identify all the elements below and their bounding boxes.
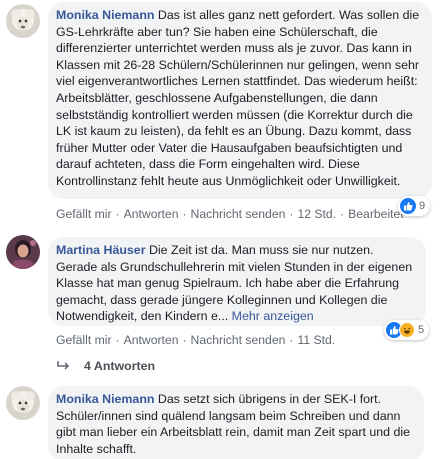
reaction-summary[interactable]: 9 [398, 196, 431, 216]
comment-author[interactable]: Monika Niemann [56, 8, 154, 22]
reply-link[interactable]: Antworten [124, 333, 179, 347]
avatar-monika[interactable] [6, 386, 40, 420]
reaction-summary[interactable]: 5 [384, 320, 430, 340]
avatar-monika[interactable] [6, 4, 40, 38]
comment-actions: Gefällt mir · Antworten · Nachricht senden · 1… [56, 207, 404, 221]
message-link[interactable]: Nachricht senden [191, 207, 286, 221]
timestamp[interactable]: 11 Std. [297, 333, 335, 347]
reaction-count: 9 [419, 200, 426, 212]
haha-icon [399, 322, 415, 338]
comment-bubble: Monika Niemann Das setzt sich übrigens i… [48, 386, 424, 459]
message-link[interactable]: Nachricht senden [191, 333, 286, 347]
like-icon [400, 198, 416, 214]
like-link[interactable]: Gefällt mir [56, 333, 112, 347]
comment-actions: Gefällt mir · Antworten · Nachricht senden · 1… [56, 333, 336, 347]
edited-label[interactable]: Bearbeitet [348, 207, 404, 221]
comment-bubble: Martina Häuser Die Zeit ist da. Man muss… [48, 237, 426, 326]
comment-author[interactable]: Monika Niemann [56, 392, 154, 406]
show-more-link[interactable]: Mehr anzeigen [232, 309, 314, 323]
like-link[interactable]: Gefällt mir [56, 207, 112, 221]
comment-text: Das ist alles ganz nett gefordert. Was s… [56, 8, 420, 188]
replies-count-label: 4 Antworten [84, 359, 156, 373]
reply-arrow-icon [57, 361, 70, 370]
reaction-count: 5 [418, 324, 425, 336]
reply-link[interactable]: Antworten [124, 207, 179, 221]
comment-bubble: Monika Niemann Das ist alles ganz nett g… [48, 2, 432, 199]
timestamp[interactable]: 12 Std. [297, 207, 336, 221]
comment-author[interactable]: Martina Häuser [56, 243, 146, 257]
view-replies-link[interactable]: 4 Antworten [56, 359, 155, 373]
avatar-martina[interactable] [6, 235, 40, 269]
